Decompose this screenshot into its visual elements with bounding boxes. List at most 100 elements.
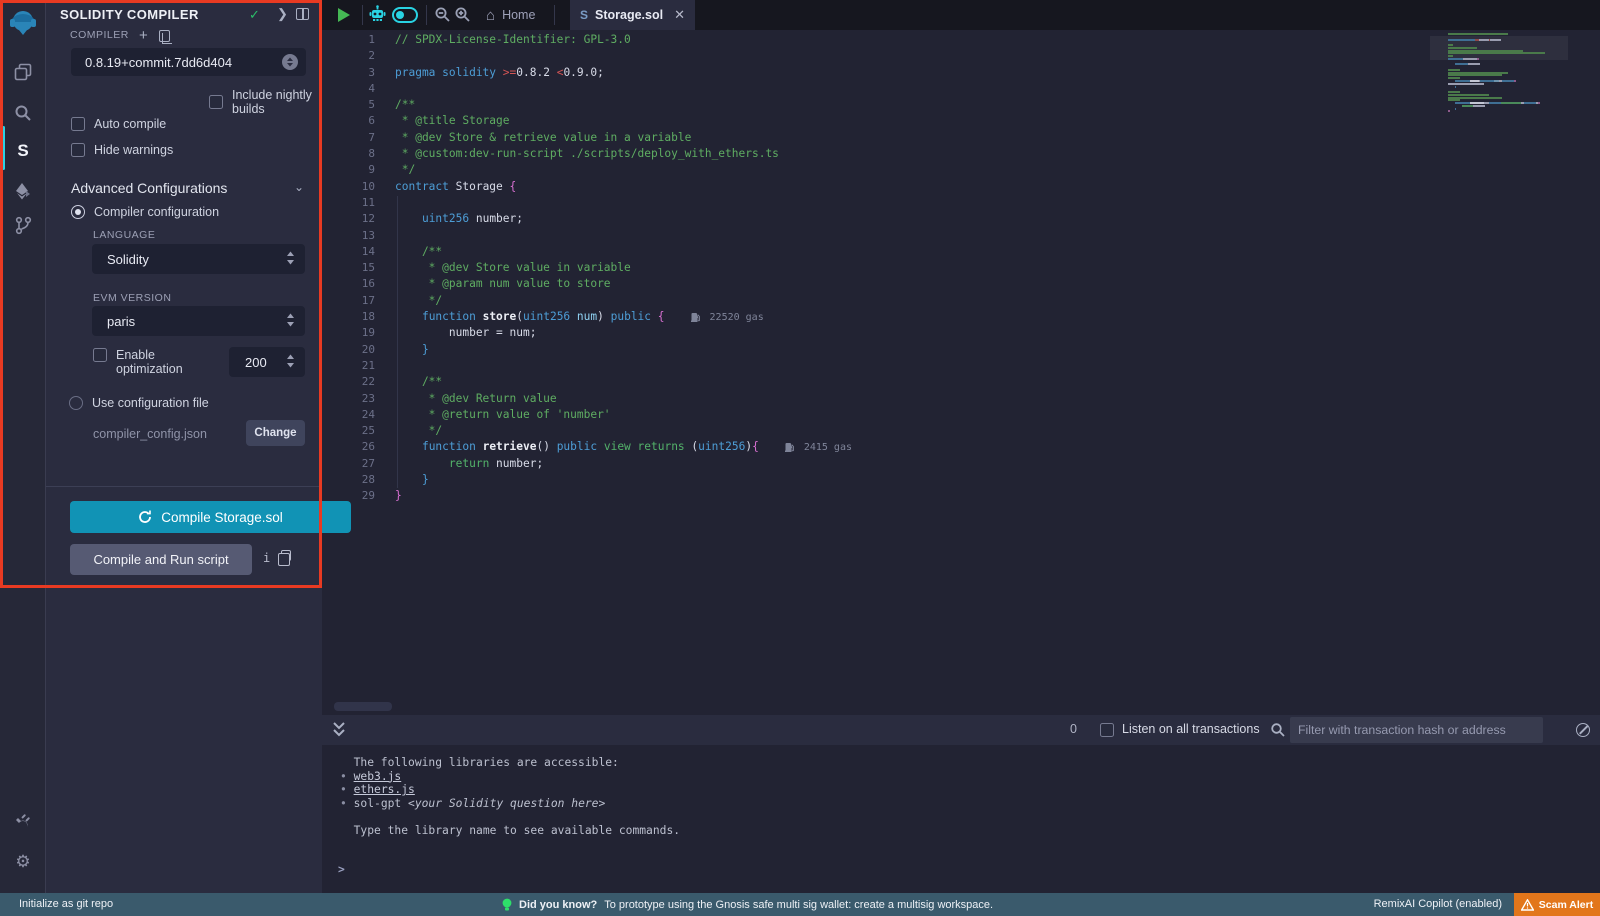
collapse-terminal-icon[interactable] bbox=[332, 721, 346, 744]
line-number: 16 bbox=[322, 276, 375, 292]
add-compiler-icon[interactable]: + bbox=[139, 27, 148, 44]
code-line[interactable]: function retrieve() public view returns … bbox=[395, 439, 852, 455]
minimap-line bbox=[1448, 77, 1545, 79]
code-line[interactable]: * @dev Store value in variable bbox=[395, 260, 852, 276]
use-config-file-radio[interactable] bbox=[69, 396, 83, 410]
code-line[interactable] bbox=[395, 358, 852, 374]
minimap-line bbox=[1448, 50, 1545, 52]
horizontal-scrollbar[interactable] bbox=[334, 702, 392, 711]
file-explorer-icon[interactable] bbox=[0, 55, 46, 89]
compiler-version-select[interactable]: 0.8.19+commit.7dd6d404 bbox=[71, 48, 306, 76]
code-line[interactable]: * @dev Return value bbox=[395, 391, 852, 407]
pin-panel-icon[interactable] bbox=[296, 8, 309, 20]
code-line[interactable]: * @custom:dev-run-script ./scripts/deplo… bbox=[395, 146, 852, 162]
run-script-play-button[interactable] bbox=[338, 8, 350, 22]
code-line[interactable]: pragma solidity >=0.8.2 <0.9.0; bbox=[395, 65, 852, 81]
minimap[interactable] bbox=[1448, 33, 1545, 113]
plugin-manager-icon[interactable] bbox=[0, 805, 46, 839]
code-line[interactable]: */ bbox=[395, 293, 852, 309]
tab-storage-sol[interactable]: S Storage.sol ✕ bbox=[570, 0, 695, 30]
close-tab-icon[interactable]: ✕ bbox=[674, 7, 685, 23]
zoom-in-icon[interactable] bbox=[454, 6, 471, 28]
code-token: uint256 bbox=[422, 212, 476, 225]
compiler-config-label: Compiler configuration bbox=[94, 205, 219, 219]
code-token: function bbox=[422, 310, 483, 323]
code-line[interactable]: * @param num value to store bbox=[395, 276, 852, 292]
code-line[interactable] bbox=[395, 195, 852, 211]
code-line[interactable]: } bbox=[395, 342, 852, 358]
change-config-button[interactable]: Change bbox=[246, 420, 305, 446]
code-line[interactable]: return number; bbox=[395, 456, 852, 472]
code-line[interactable]: /** bbox=[395, 244, 852, 260]
code-line[interactable]: * @title Storage bbox=[395, 113, 852, 129]
language-select[interactable]: Solidity bbox=[92, 244, 305, 274]
code-line[interactable]: } bbox=[395, 472, 852, 488]
evm-version-select[interactable]: paris bbox=[92, 306, 305, 336]
code-token bbox=[395, 440, 422, 453]
compile-and-run-button[interactable]: Compile and Run script bbox=[70, 544, 252, 575]
deploy-run-icon[interactable] bbox=[0, 174, 46, 208]
code-line[interactable]: /** bbox=[395, 97, 852, 113]
transaction-filter-input[interactable] bbox=[1290, 717, 1543, 743]
code-line[interactable]: * @return value of 'number' bbox=[395, 407, 852, 423]
git-icon[interactable] bbox=[0, 208, 46, 242]
scam-alert-badge[interactable]: Scam Alert bbox=[1514, 893, 1600, 916]
terminal-header: 0 Listen on all transactions bbox=[322, 715, 1600, 745]
code-line[interactable] bbox=[395, 228, 852, 244]
ai-copilot-robot-icon[interactable] bbox=[368, 5, 387, 29]
clear-console-icon[interactable] bbox=[1576, 723, 1590, 737]
code-line[interactable] bbox=[395, 81, 852, 97]
code-line[interactable] bbox=[395, 48, 852, 64]
transaction-count: 0 bbox=[1070, 722, 1077, 736]
copilot-status[interactable]: RemixAI Copilot (enabled) bbox=[1374, 898, 1502, 910]
listen-all-checkbox[interactable] bbox=[1100, 723, 1114, 737]
hide-warnings-checkbox[interactable] bbox=[71, 143, 85, 157]
zoom-out-icon[interactable] bbox=[434, 6, 451, 28]
nightly-builds-checkbox[interactable] bbox=[209, 95, 223, 109]
optimization-runs-input[interactable]: 200 bbox=[229, 347, 305, 377]
auto-compile-checkbox[interactable] bbox=[71, 117, 85, 131]
terminal[interactable]: The following libraries are accessible:•… bbox=[322, 745, 1600, 893]
code-line[interactable]: // SPDX-License-Identifier: GPL-3.0 bbox=[395, 32, 852, 48]
info-icon[interactable]: i bbox=[263, 551, 270, 565]
listen-all-label: Listen on all transactions bbox=[1122, 722, 1260, 736]
code-line[interactable]: } bbox=[395, 488, 852, 504]
compile-button[interactable]: Compile Storage.sol bbox=[70, 501, 351, 533]
code-line[interactable]: contract Storage { bbox=[395, 179, 852, 195]
code-token: // SPDX-License-Identifier: GPL-3.0 bbox=[395, 33, 631, 46]
chevron-right-icon[interactable]: ❯ bbox=[277, 6, 288, 22]
git-init-status[interactable]: Initialize as git repo bbox=[19, 898, 113, 910]
remix-logo-icon[interactable] bbox=[0, 6, 46, 40]
code-line[interactable]: */ bbox=[395, 423, 852, 439]
solidity-compiler-icon[interactable]: S bbox=[0, 134, 46, 168]
chevron-down-icon[interactable]: ⌄ bbox=[294, 180, 304, 194]
library-link[interactable]: ethers.js bbox=[354, 783, 415, 796]
tab-home[interactable]: ⌂ Home bbox=[474, 0, 547, 30]
code-line[interactable]: function store(uint256 num) public { 225… bbox=[395, 309, 852, 325]
enable-optimization-checkbox[interactable] bbox=[93, 348, 107, 362]
line-number: 19 bbox=[322, 325, 375, 341]
copilot-toggle[interactable] bbox=[392, 7, 418, 23]
code-editor[interactable]: 1234567891011121314151617181920212223242… bbox=[322, 30, 1600, 715]
minimap-line bbox=[1448, 86, 1545, 88]
compiler-config-row: Compiler configuration bbox=[71, 205, 219, 219]
terminal-line: Type the library name to see available c… bbox=[340, 824, 680, 838]
settings-gear-icon[interactable]: ⚙ bbox=[0, 845, 46, 879]
compiler-config-radio[interactable] bbox=[71, 205, 85, 219]
terminal-prompt[interactable]: > bbox=[338, 863, 345, 876]
copy-icon[interactable] bbox=[281, 550, 291, 561]
code-line[interactable]: /** bbox=[395, 374, 852, 390]
code-pane[interactable]: // SPDX-License-Identifier: GPL-3.0 pragm… bbox=[395, 32, 852, 505]
code-line[interactable]: */ bbox=[395, 162, 852, 178]
library-link[interactable]: web3.js bbox=[354, 770, 402, 783]
code-line[interactable]: uint256 number; bbox=[395, 211, 852, 227]
code-line[interactable]: number = num; bbox=[395, 325, 852, 341]
search-icon[interactable] bbox=[0, 96, 46, 130]
terminal-search-icon[interactable] bbox=[1270, 722, 1286, 743]
open-compiler-file-icon[interactable] bbox=[159, 30, 170, 42]
compile-button-label: Compile Storage.sol bbox=[161, 510, 283, 525]
code-line[interactable]: * @dev Store & retrieve value in a varia… bbox=[395, 130, 852, 146]
code-token: 0.9.0; bbox=[563, 66, 603, 79]
line-number: 8 bbox=[322, 146, 375, 162]
advanced-configurations-heading[interactable]: Advanced Configurations bbox=[71, 180, 227, 196]
